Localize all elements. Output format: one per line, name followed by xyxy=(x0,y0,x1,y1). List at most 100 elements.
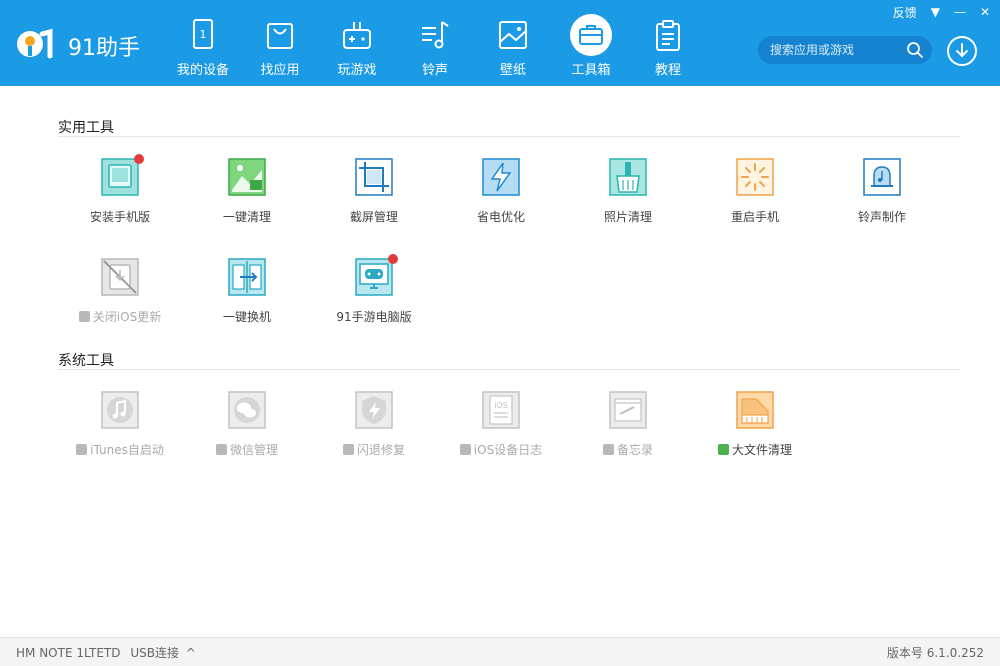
nav-label: 我的设备 xyxy=(176,63,229,78)
phone-transfer-icon xyxy=(228,258,266,296)
status-bar: HM NOTE 1LTETD USB连接 ^ 版本号 6.1.0.252 xyxy=(0,637,1000,666)
apple-icon xyxy=(78,311,90,322)
tool-itunes-autostart[interactable]: iTunes自启动 xyxy=(57,391,183,471)
nav-play-games[interactable]: 玩游戏 xyxy=(320,0,394,86)
tool-label: 铃声制作 xyxy=(857,210,906,224)
nav-label: 玩游戏 xyxy=(337,63,377,78)
tool-photo-clean[interactable]: 照片清理 xyxy=(565,158,691,238)
nav-label: 工具箱 xyxy=(571,63,611,78)
tool-one-click-clean[interactable]: 一键清理 xyxy=(184,158,310,238)
chevron-up-icon[interactable]: ^ xyxy=(186,646,196,660)
restart-burst-icon xyxy=(736,158,774,196)
tool-wechat-manager[interactable]: 微信管理 xyxy=(184,391,310,471)
tool-label: 截屏管理 xyxy=(349,210,398,224)
large-file-icon xyxy=(736,391,774,429)
crop-icon xyxy=(355,158,393,196)
tool-label-wrap: iTunes自启动 xyxy=(57,441,183,458)
gamepad-icon xyxy=(343,22,371,49)
shield-lightning-icon xyxy=(355,391,393,429)
device-icon: 1 xyxy=(193,19,213,49)
tool-label: 关闭iOS更新 xyxy=(92,310,162,324)
apple-icon xyxy=(215,444,227,455)
minimize-button[interactable]: — xyxy=(954,5,966,19)
bell-icon xyxy=(863,158,901,196)
toolbox-icon xyxy=(579,25,603,45)
android-icon xyxy=(717,444,729,455)
tool-restart-phone[interactable]: 重启手机 xyxy=(692,158,818,238)
nav-label: 教程 xyxy=(654,63,681,78)
tool-disable-ios-update[interactable]: 关闭iOS更新 xyxy=(57,258,183,338)
tool-crash-repair[interactable]: 闪退修复 xyxy=(311,391,437,471)
clipboard-icon xyxy=(656,20,680,51)
wechat-icon xyxy=(228,391,266,429)
music-note-icon xyxy=(422,21,449,49)
tool-phone-transfer[interactable]: 一键换机 xyxy=(184,258,310,338)
image-icon xyxy=(499,21,527,49)
tool-label: 一键换机 xyxy=(222,310,271,324)
apple-icon xyxy=(459,444,471,455)
search-icon[interactable] xyxy=(906,41,924,59)
tool-label: 91手游电脑版 xyxy=(336,310,412,324)
nav-ringtones[interactable]: 铃声 xyxy=(398,0,472,86)
nav-wallpapers[interactable]: 壁纸 xyxy=(476,0,550,86)
window-controls: 反馈 ▼ — ✕ xyxy=(893,3,990,21)
nav-find-apps[interactable]: 找应用 xyxy=(243,0,317,86)
tool-memo[interactable]: 备忘录 xyxy=(565,391,691,471)
update-off-icon xyxy=(101,258,139,296)
top-bar: 91助手 1 我的设备 找应用 玩游戏 铃声 壁纸 工具箱 教程 反馈 ▼ — … xyxy=(0,0,1000,86)
tool-91-games-pc[interactable]: 91手游电脑版 xyxy=(311,254,437,338)
download-button[interactable] xyxy=(947,36,977,66)
nav-my-device[interactable]: 1 我的设备 xyxy=(166,0,240,86)
log-icon: iOS xyxy=(482,391,520,429)
tool-label: 省电优化 xyxy=(476,210,525,224)
tool-label: 微信管理 xyxy=(229,443,278,457)
new-badge xyxy=(388,254,398,264)
nav-tutorials[interactable]: 教程 xyxy=(631,0,705,86)
tool-label: 照片清理 xyxy=(603,210,652,224)
tool-label: iTunes自启动 xyxy=(90,443,164,457)
device-status[interactable]: HM NOTE 1LTETD USB连接 ^ xyxy=(16,644,196,661)
divider xyxy=(58,136,960,137)
search-box xyxy=(758,36,932,64)
tool-install-mobile[interactable]: 安装手机版 xyxy=(57,154,183,238)
tool-label-wrap: iOS设备日志 xyxy=(438,441,564,458)
memo-icon xyxy=(609,391,647,429)
connection-status: USB连接 xyxy=(130,646,179,660)
tool-battery-optimize[interactable]: 省电优化 xyxy=(438,158,564,238)
tool-ringtone-maker[interactable]: 铃声制作 xyxy=(819,158,945,238)
apple-icon xyxy=(602,444,614,455)
tool-label: 闪退修复 xyxy=(356,443,405,457)
dropdown-icon[interactable]: ▼ xyxy=(931,5,940,19)
nav-label: 铃声 xyxy=(421,63,448,78)
apple-icon xyxy=(342,444,354,455)
tool-screenshot-manager[interactable]: 截屏管理 xyxy=(311,158,437,238)
tool-label: 一键清理 xyxy=(222,210,271,224)
feedback-button[interactable]: 反馈 xyxy=(893,4,917,21)
close-button[interactable]: ✕ xyxy=(980,5,990,19)
tablet-icon xyxy=(101,158,139,196)
search-input[interactable] xyxy=(770,42,900,58)
tool-label: iOS设备日志 xyxy=(473,443,543,457)
shopping-bag-icon xyxy=(267,23,293,49)
download-arrow-icon xyxy=(956,43,968,58)
tool-label-wrap: 闪退修复 xyxy=(311,441,437,458)
tool-ios-device-log[interactable]: iOS iOS设备日志 xyxy=(438,391,564,471)
apple-icon xyxy=(76,444,88,455)
version-label: 版本号 6.1.0.252 xyxy=(886,646,984,660)
tool-label-wrap: 备忘录 xyxy=(565,441,691,458)
game-monitor-icon xyxy=(355,258,393,296)
broom-icon xyxy=(609,158,647,196)
nav-toolbox[interactable]: 工具箱 xyxy=(554,0,628,86)
svg-text:1: 1 xyxy=(200,28,207,41)
itunes-icon xyxy=(101,391,139,429)
clean-image-icon xyxy=(228,158,266,196)
svg-text:iOS: iOS xyxy=(494,401,508,410)
app-name: 91助手 xyxy=(68,36,140,61)
tool-label: 大文件清理 xyxy=(731,443,792,457)
tool-large-file-clean[interactable]: 大文件清理 xyxy=(692,391,818,471)
section-title-system: 系统工具 xyxy=(58,353,114,369)
nav-label: 壁纸 xyxy=(499,63,526,78)
tool-label-wrap: 微信管理 xyxy=(184,441,310,458)
divider xyxy=(58,369,960,370)
tool-label: 备忘录 xyxy=(616,443,653,457)
